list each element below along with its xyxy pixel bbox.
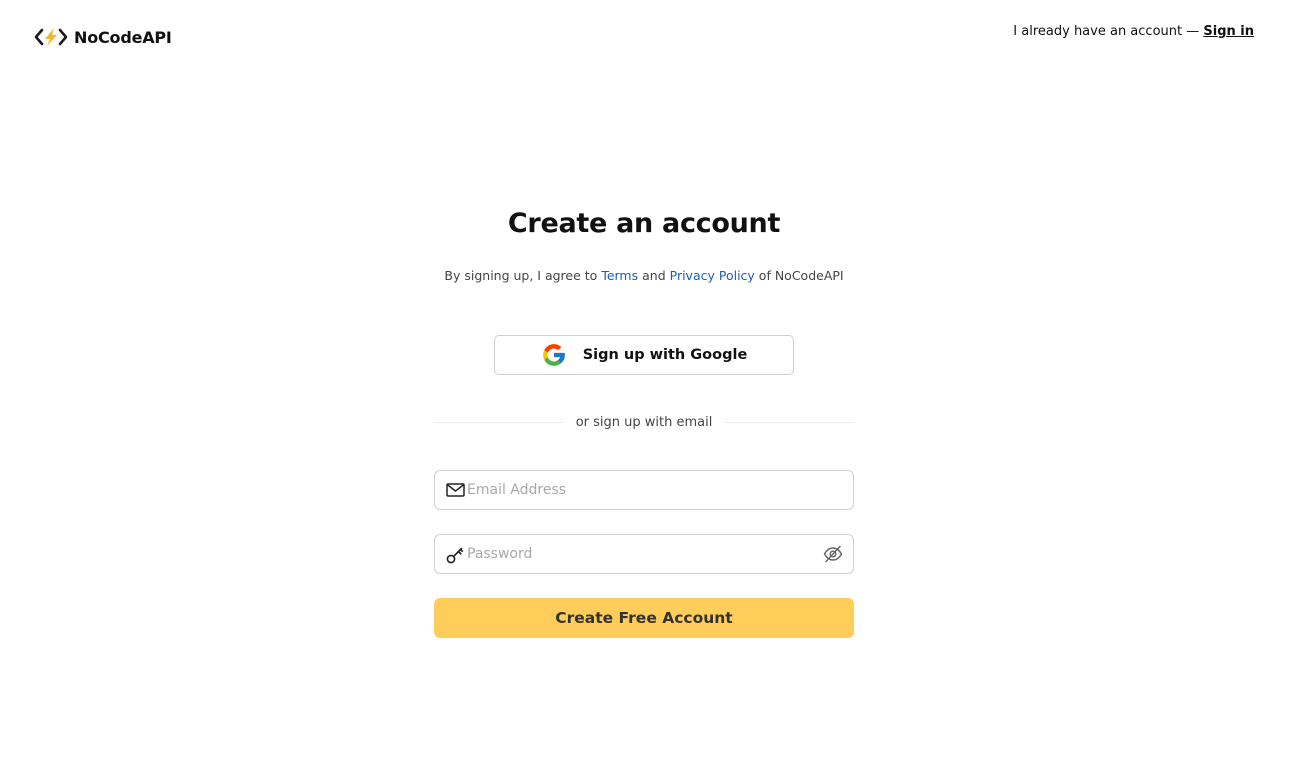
divider-line-right: [724, 422, 855, 423]
eye-off-icon[interactable]: [823, 545, 843, 563]
google-icon: [542, 344, 565, 366]
terms-link[interactable]: Terms: [601, 268, 638, 283]
email-field: [434, 470, 854, 510]
key-icon: [446, 547, 464, 564]
divider-text: or sign up with email: [575, 415, 713, 430]
signin-prompt-text: I already have an account —: [1013, 24, 1200, 39]
page-title: Create an account: [507, 208, 781, 239]
divider-line-left: [434, 422, 564, 423]
top-bar: NoCodeAPI I already have an account — Si…: [0, 0, 1289, 70]
brand-logo[interactable]: NoCodeAPI: [34, 26, 172, 48]
google-button-label: Sign up with Google: [582, 347, 748, 363]
agree-suffix: of NoCodeAPI: [758, 268, 844, 283]
privacy-policy-link[interactable]: Privacy Policy: [670, 268, 755, 283]
brand-name: NoCodeAPI: [74, 27, 172, 47]
password-input[interactable]: [435, 535, 853, 573]
code-bolt-icon: [34, 28, 68, 46]
email-divider: or sign up with email: [434, 415, 855, 430]
email-input[interactable]: [435, 471, 853, 509]
signin-prompt: I already have an account — Sign in: [1013, 24, 1254, 39]
create-account-button[interactable]: Create Free Account: [434, 598, 854, 638]
agree-and: and: [642, 268, 666, 283]
mail-icon: [446, 483, 465, 497]
terms-agreement: By signing up, I agree to Terms and Priv…: [434, 268, 854, 283]
password-field: [434, 534, 854, 574]
google-signup-button[interactable]: Sign up with Google: [494, 335, 794, 375]
agree-prefix: By signing up, I agree to: [444, 268, 598, 283]
signup-form: Create an account By signing up, I agree…: [434, 206, 855, 638]
signin-link[interactable]: Sign in: [1203, 24, 1254, 39]
